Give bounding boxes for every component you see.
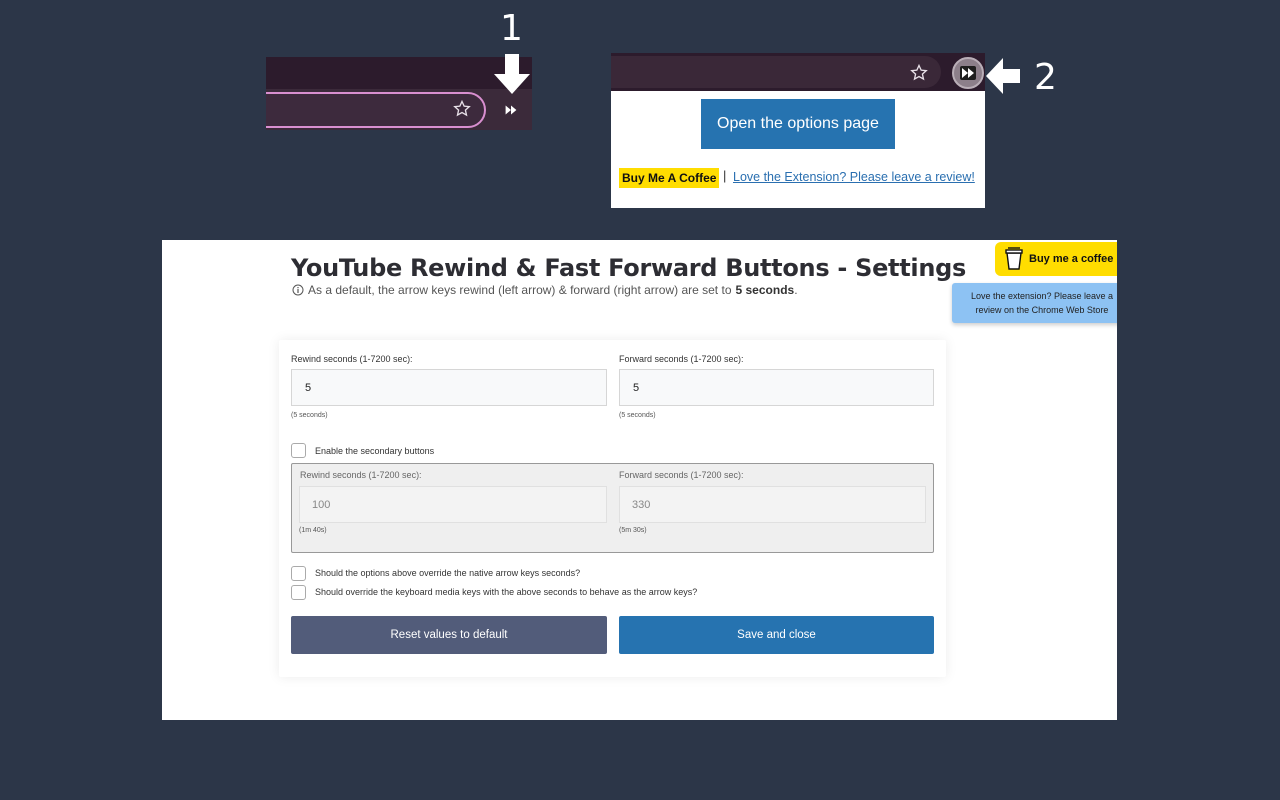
rewind-hint: (5 seconds)	[291, 412, 328, 419]
fast-forward-icon[interactable]	[502, 101, 520, 119]
step-number-1: 1	[500, 8, 523, 49]
browser-toolbar-crop	[266, 57, 532, 130]
reset-button[interactable]: Reset values to default	[291, 616, 607, 654]
override-arrow-keys-checkbox[interactable]	[291, 566, 306, 581]
secondary-forward-hint: (5m 30s)	[619, 527, 647, 534]
review-link[interactable]: Love the Extension? Please leave a revie…	[733, 170, 975, 184]
buy-me-coffee-label: Buy me a coffee	[1029, 253, 1114, 265]
buy-coffee-link[interactable]: Buy Me A Coffee	[619, 168, 720, 188]
secondary-settings-box: Rewind seconds (1-7200 sec): Forward sec…	[291, 463, 934, 553]
override-media-keys-label: Should override the keyboard media keys …	[315, 587, 698, 597]
tab-bar	[266, 57, 532, 89]
arrow-down-icon	[494, 54, 530, 94]
secondary-buttons-checkbox[interactable]	[291, 443, 306, 458]
settings-page: YouTube Rewind & Fast Forward Buttons - …	[162, 240, 1117, 720]
subtitle-bold: 5 seconds	[735, 283, 795, 297]
secondary-rewind-input[interactable]: 100	[299, 486, 607, 523]
override-arrow-keys-label: Should the options above override the na…	[315, 568, 581, 578]
step-number-2: 2	[1034, 57, 1057, 98]
settings-card: Rewind seconds (1-7200 sec): Forward sec…	[279, 340, 946, 677]
address-bar[interactable]	[611, 56, 941, 88]
subtitle-suffix: .	[794, 283, 798, 297]
buy-me-coffee-button[interactable]: Buy me a coffee	[995, 242, 1117, 276]
page-title: YouTube Rewind & Fast Forward Buttons - …	[291, 254, 966, 282]
star-icon[interactable]	[909, 63, 929, 83]
override-media-keys-checkbox[interactable]	[291, 585, 306, 600]
review-prompt-line1: Love the extension? Please leave a	[970, 291, 1114, 301]
subtitle-text: As a default, the arrow keys rewind (lef…	[308, 283, 732, 297]
save-button[interactable]: Save and close	[619, 616, 934, 654]
open-options-button[interactable]: Open the options page	[701, 99, 895, 149]
review-prompt[interactable]: Love the extension? Please leave a revie…	[952, 283, 1117, 323]
fast-forward-icon	[960, 66, 976, 80]
extension-button[interactable]	[952, 57, 984, 89]
separator: |	[723, 168, 727, 183]
forward-label: Forward seconds (1-7200 sec):	[619, 354, 744, 364]
arrow-left-icon	[986, 58, 1020, 94]
secondary-forward-input[interactable]: 330	[619, 486, 926, 523]
coffee-cup-icon	[1005, 247, 1023, 270]
review-prompt-line2: review on the Chrome Web Store	[975, 305, 1109, 315]
secondary-rewind-hint: (1m 40s)	[299, 527, 327, 534]
forward-hint: (5 seconds)	[619, 412, 656, 419]
page-subtitle: As a default, the arrow keys rewind (lef…	[292, 283, 798, 297]
star-icon[interactable]	[452, 99, 472, 119]
secondary-forward-label: Forward seconds (1-7200 sec):	[619, 470, 744, 480]
info-icon	[292, 284, 304, 296]
rewind-seconds-input[interactable]: 5	[291, 369, 607, 406]
secondary-rewind-label: Rewind seconds (1-7200 sec):	[300, 470, 422, 480]
extension-popup: Open the options page Buy Me A Coffee | …	[611, 53, 985, 208]
rewind-label: Rewind seconds (1-7200 sec):	[291, 354, 413, 364]
forward-seconds-input[interactable]: 5	[619, 369, 934, 406]
secondary-buttons-label: Enable the secondary buttons	[315, 446, 435, 456]
